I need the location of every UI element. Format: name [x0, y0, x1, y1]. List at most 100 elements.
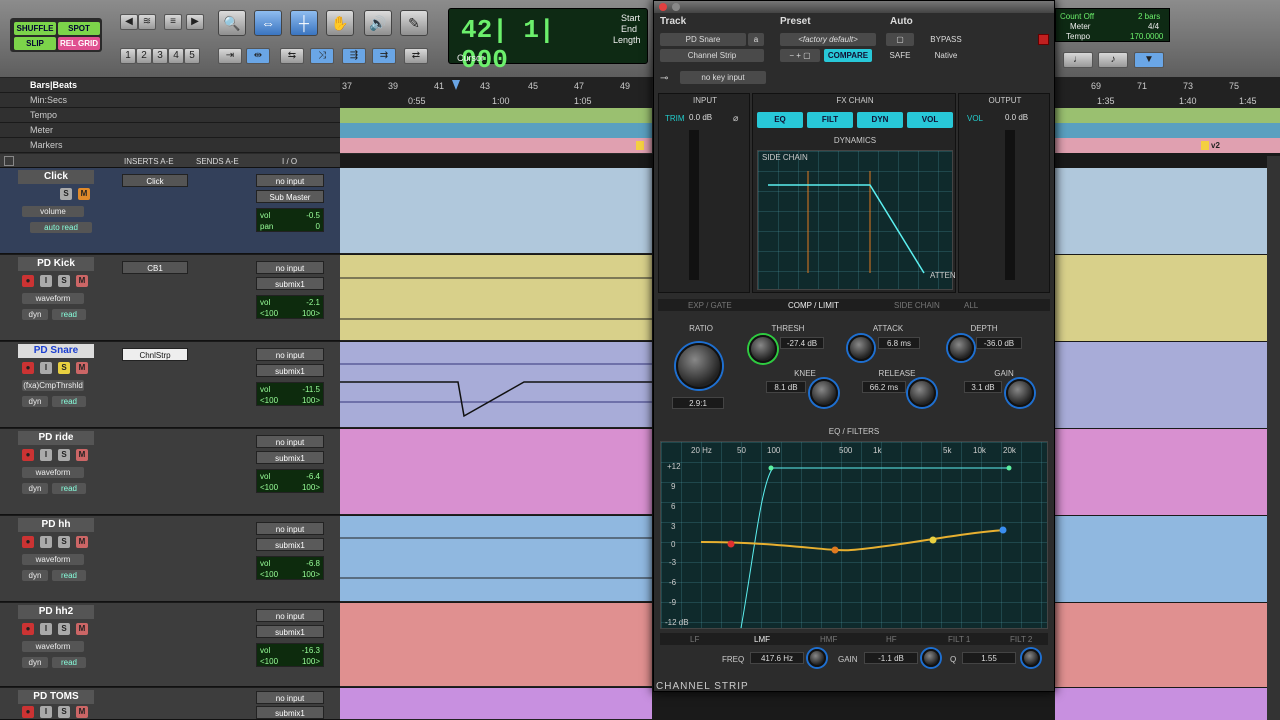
- thresh-knob[interactable]: [749, 335, 777, 363]
- lane-click-right[interactable]: [1055, 168, 1267, 254]
- insert-slot-a[interactable]: ChnlStrp: [122, 348, 188, 361]
- track-view-selector[interactable]: volume: [22, 206, 84, 217]
- track-output[interactable]: Sub Master: [256, 190, 324, 203]
- lane-ride-right[interactable]: [1055, 429, 1267, 515]
- meter-lane-right[interactable]: [1055, 123, 1280, 138]
- dyn-module-button[interactable]: DYN: [857, 112, 903, 128]
- solo-button[interactable]: S: [58, 536, 70, 548]
- track-input[interactable]: no input: [256, 691, 324, 704]
- lane-snare-right[interactable]: [1055, 342, 1267, 428]
- track-dyn[interactable]: dyn: [22, 570, 48, 581]
- record-button[interactable]: ●: [22, 623, 34, 635]
- track-dyn[interactable]: dyn: [22, 483, 48, 494]
- automation-mode[interactable]: read: [52, 570, 86, 581]
- scrub-tool-icon[interactable]: 🔊: [364, 10, 392, 36]
- release-knob[interactable]: [908, 379, 936, 407]
- close-window-icon[interactable]: [659, 3, 667, 11]
- track-dyn[interactable]: dyn: [22, 657, 48, 668]
- insert-slot-a[interactable]: Click: [122, 174, 188, 187]
- lf-band-tab[interactable]: LF: [690, 635, 699, 644]
- filt-2-handle[interactable]: [1006, 465, 1012, 471]
- track-pd-hh[interactable]: PD hh ● I S M waveform dyn read no input…: [0, 516, 340, 602]
- track-view-selector[interactable]: waveform: [22, 293, 84, 304]
- mute-button[interactable]: M: [76, 449, 88, 461]
- lane-click[interactable]: [340, 168, 652, 254]
- q-knob[interactable]: [1022, 649, 1040, 667]
- shuffle-mode-button[interactable]: SHUFFLE: [14, 22, 56, 35]
- tab-to-transient-icon[interactable]: ⇥: [218, 48, 242, 64]
- track-name[interactable]: PD Snare: [18, 344, 94, 358]
- release-value[interactable]: 66.2 ms: [862, 381, 906, 393]
- selector-tool-icon[interactable]: ┼: [290, 10, 318, 36]
- lane-hh-right[interactable]: [1055, 516, 1267, 602]
- lane-pd-snare[interactable]: [340, 342, 652, 428]
- track-output[interactable]: submix1: [256, 451, 324, 464]
- midi-merge-icon[interactable]: ♩: [1063, 52, 1093, 68]
- track-dyn[interactable]: dyn: [22, 309, 48, 320]
- markers-lane[interactable]: [340, 138, 652, 153]
- attack-knob[interactable]: [848, 335, 874, 361]
- record-button[interactable]: ●: [22, 275, 34, 287]
- track-output[interactable]: submix1: [256, 277, 324, 290]
- insertion-follows-icon[interactable]: ⤨: [310, 48, 334, 64]
- zoom-in-icon[interactable]: ▶: [186, 14, 204, 30]
- automation-mode[interactable]: read: [52, 657, 86, 668]
- bars-beats-ruler-label[interactable]: Bars|Beats: [0, 78, 340, 93]
- track-name[interactable]: PD hh2: [18, 605, 94, 619]
- input-monitor-button[interactable]: I: [40, 275, 52, 287]
- vertical-scrollbar[interactable]: [1267, 156, 1280, 720]
- track-view-selector[interactable]: waveform: [22, 467, 84, 478]
- ratio-value[interactable]: 2.9:1: [672, 397, 724, 409]
- side-chain-tab[interactable]: SIDE CHAIN: [894, 301, 940, 310]
- solo-button[interactable]: S: [58, 362, 70, 374]
- eq-module-button[interactable]: EQ: [757, 112, 803, 128]
- input-monitor-button[interactable]: I: [40, 449, 52, 461]
- record-button[interactable]: ●: [22, 449, 34, 461]
- vol-value[interactable]: 0.0 dB: [1005, 113, 1028, 122]
- tempo-ruler-icon[interactable]: ♪: [1098, 52, 1128, 68]
- track-name[interactable]: PD TOMS: [18, 690, 94, 704]
- lf-band-handle[interactable]: [727, 540, 735, 548]
- gain-band-value[interactable]: -1.1 dB: [864, 652, 918, 664]
- track-pd-kick[interactable]: PD Kick ● I S M waveform dyn read CB1 no…: [0, 255, 340, 341]
- volume-pan-display[interactable]: vol -6.8 <100 100>: [256, 556, 324, 580]
- mirror-midi-icon[interactable]: ⇶: [342, 48, 366, 64]
- mute-button[interactable]: M: [76, 623, 88, 635]
- track-output[interactable]: submix1: [256, 538, 324, 551]
- zoom-preset-5[interactable]: 5: [184, 48, 200, 64]
- bypass-indicator-icon[interactable]: [1038, 34, 1049, 45]
- solo-button[interactable]: S: [58, 275, 70, 287]
- channel-strip-plugin-window[interactable]: Track Preset Auto PD Snare a Channel Str…: [653, 0, 1055, 692]
- lane-pd-hh2[interactable]: [340, 603, 652, 687]
- mute-button[interactable]: M: [76, 706, 88, 718]
- track-view-selector[interactable]: waveform: [22, 641, 84, 652]
- zoom-preset-3[interactable]: 3: [152, 48, 168, 64]
- hmf-band-handle[interactable]: [929, 536, 937, 544]
- minimize-window-icon[interactable]: [672, 3, 680, 11]
- automation-mode[interactable]: read: [52, 309, 86, 320]
- tempo-lane[interactable]: [340, 108, 652, 123]
- pencil-tool-icon[interactable]: ✎: [400, 10, 428, 36]
- mute-button[interactable]: M: [76, 362, 88, 374]
- safe-button[interactable]: SAFE: [886, 49, 914, 62]
- lmf-band-tab[interactable]: LMF: [754, 635, 770, 644]
- zoom-preset-4[interactable]: 4: [168, 48, 184, 64]
- track-output[interactable]: submix1: [256, 625, 324, 638]
- metronome-icon[interactable]: ▼: [1134, 52, 1164, 68]
- depth-value[interactable]: -36.0 dB: [976, 337, 1022, 349]
- volume-pan-display[interactable]: vol -0.5 pan 0: [256, 208, 324, 232]
- meter-lane[interactable]: [340, 123, 652, 138]
- solo-button[interactable]: S: [58, 706, 70, 718]
- solo-button[interactable]: S: [60, 188, 72, 200]
- track-input[interactable]: no input: [256, 435, 324, 448]
- depth-knob[interactable]: [948, 335, 974, 361]
- exp-gate-tab[interactable]: EXP / GATE: [688, 301, 732, 310]
- comp-limit-tab[interactable]: COMP / LIMIT: [788, 301, 839, 310]
- eq-graph[interactable]: 20 Hz 50 100 500 1k 5k 10k 20k +12 9 6 3…: [660, 441, 1048, 629]
- gain-knob[interactable]: [1006, 379, 1034, 407]
- lane-kick-right[interactable]: [1055, 255, 1267, 341]
- thresh-value[interactable]: -27.4 dB: [780, 337, 824, 349]
- track-selector[interactable]: PD Snare: [660, 33, 746, 46]
- lane-pd-kick[interactable]: [340, 255, 652, 341]
- plugin-selector[interactable]: Channel Strip: [660, 49, 764, 62]
